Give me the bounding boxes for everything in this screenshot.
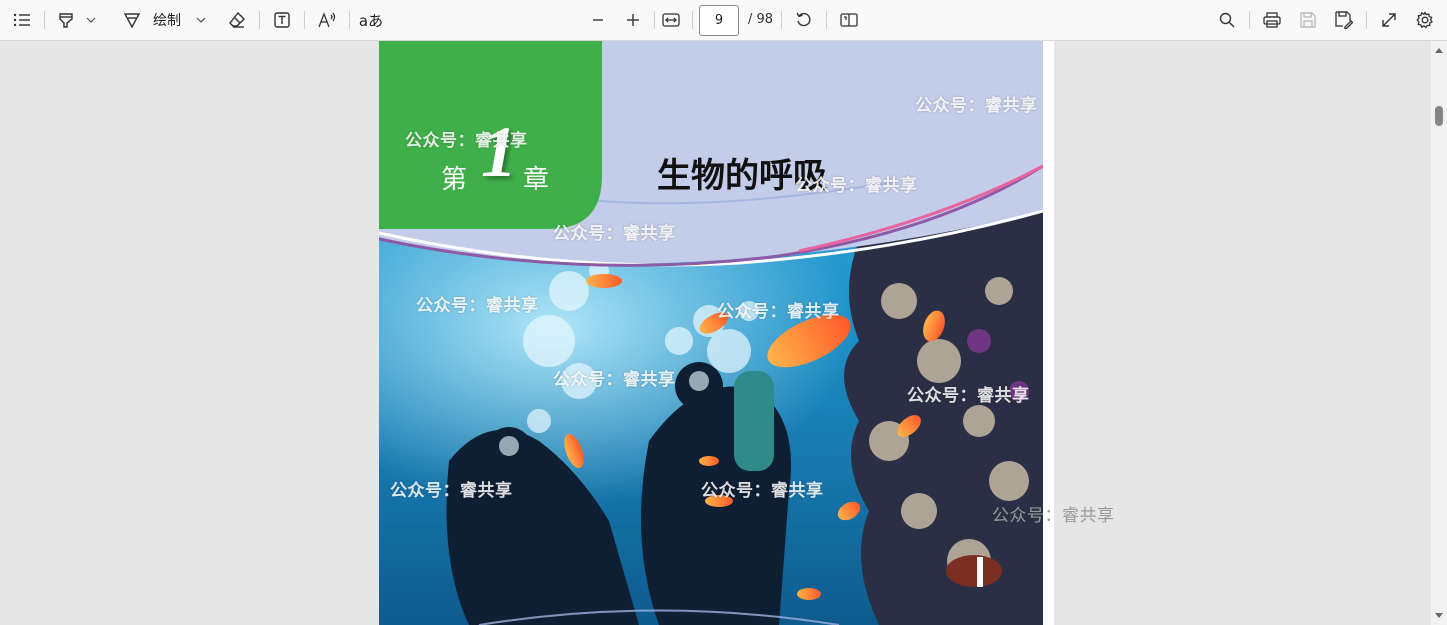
chapter-suffix: 章	[523, 165, 550, 195]
save-as-icon[interactable]	[1330, 6, 1358, 34]
zoom-in-icon[interactable]	[619, 6, 647, 34]
watermark: 公众号：睿共享	[553, 224, 676, 244]
page-total-label: / 98	[748, 12, 774, 27]
contents-icon[interactable]	[8, 6, 36, 34]
watermark: 公众号：睿共享	[795, 176, 918, 196]
watermark: 公众号：睿共享	[915, 96, 1038, 116]
draw-options-chevron-down-icon[interactable]	[194, 6, 208, 34]
translate-button[interactable]: aあ	[356, 6, 386, 34]
watermark: 公众号：睿共享	[553, 370, 676, 390]
chapter-number: 1	[481, 112, 517, 192]
vertical-scrollbar[interactable]	[1431, 41, 1447, 625]
fit-width-icon[interactable]	[657, 6, 685, 34]
zoom-out-icon[interactable]	[584, 6, 612, 34]
scrollbar-thumb[interactable]	[1435, 106, 1443, 126]
eraser-icon[interactable]	[223, 6, 251, 34]
toolbar-divider	[826, 11, 827, 29]
scroll-up-arrow-icon[interactable]	[1434, 45, 1444, 55]
document-viewer[interactable]: 第 1 章 生物的呼吸 公众号：睿共享 公众号：睿共享 公众号：睿共享 公众号：…	[0, 41, 1447, 625]
toolbar-divider	[1249, 11, 1250, 29]
scroll-down-arrow-icon[interactable]	[1434, 611, 1444, 621]
search-icon[interactable]	[1213, 6, 1241, 34]
toolbar-divider	[1366, 11, 1367, 29]
draw-button-label[interactable]: 绘制	[148, 6, 186, 34]
toolbar-divider	[44, 11, 45, 29]
watermark: 公众号：睿共享	[390, 481, 513, 501]
toolbar-divider	[259, 11, 260, 29]
print-icon[interactable]	[1258, 6, 1286, 34]
save-icon	[1294, 6, 1322, 34]
toolbar-divider	[349, 11, 350, 29]
watermark: 公众号：睿共享	[907, 386, 1030, 406]
pdf-toolbar: 绘制 aあ 9 / 98	[0, 0, 1447, 41]
page-number-input[interactable]: 9	[699, 5, 739, 36]
watermark: 公众号：睿共享	[717, 302, 840, 322]
watermark: 公众号：睿共享	[405, 131, 528, 151]
page-view-icon[interactable]	[835, 6, 863, 34]
read-aloud-icon[interactable]	[312, 6, 342, 34]
text-box-icon[interactable]	[268, 6, 296, 34]
toolbar-divider	[654, 11, 655, 29]
settings-gear-icon[interactable]	[1411, 6, 1439, 34]
watermark: 公众号：睿共享	[701, 481, 824, 501]
draw-icon[interactable]	[118, 6, 146, 34]
rotate-icon[interactable]	[790, 6, 818, 34]
highlight-options-chevron-down-icon[interactable]	[84, 6, 98, 34]
watermark: 公众号：睿共享	[416, 296, 539, 316]
toolbar-divider	[692, 11, 693, 29]
toolbar-divider	[304, 11, 305, 29]
watermark: 公众号：睿共享	[992, 506, 1115, 526]
toolbar-divider	[781, 11, 782, 29]
chapter-prefix: 第	[441, 165, 468, 195]
pdf-page: 第 1 章 生物的呼吸 公众号：睿共享 公众号：睿共享 公众号：睿共享 公众号：…	[379, 41, 1054, 625]
highlight-icon[interactable]	[52, 6, 80, 34]
expand-icon[interactable]	[1375, 6, 1403, 34]
